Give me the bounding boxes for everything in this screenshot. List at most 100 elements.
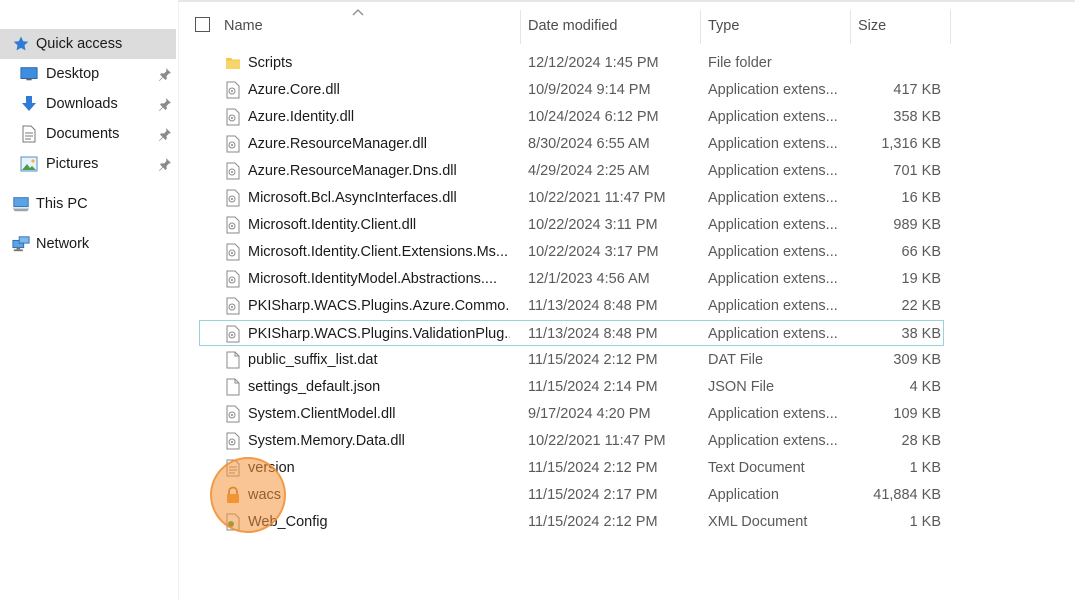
nav-item-desktop[interactable]: Desktop bbox=[0, 59, 176, 89]
file-name: Web_Config bbox=[248, 514, 328, 530]
column-divider[interactable] bbox=[850, 10, 851, 44]
file-type: Application extens... bbox=[708, 244, 838, 260]
file-date: 11/15/2024 2:12 PM bbox=[528, 352, 658, 368]
file-type: JSON File bbox=[708, 379, 775, 395]
file-size: 1 KB bbox=[909, 514, 941, 530]
nav-item-network[interactable]: Network bbox=[0, 229, 176, 259]
pin-icon[interactable] bbox=[158, 97, 172, 111]
file-size: 1 KB bbox=[909, 460, 941, 476]
column-header-size[interactable]: Size bbox=[858, 10, 886, 42]
file-name: settings_default.json bbox=[248, 379, 381, 395]
file-row[interactable]: version 11/15/2024 2:12 PM Text Document… bbox=[200, 455, 945, 481]
download-arrow-icon bbox=[20, 95, 38, 113]
column-header-type[interactable]: Type bbox=[708, 10, 739, 42]
file-type: Application extens... bbox=[708, 326, 838, 342]
file-date: 11/15/2024 2:17 PM bbox=[528, 487, 658, 503]
nav-item-pictures[interactable]: Pictures bbox=[0, 149, 176, 179]
column-divider[interactable] bbox=[700, 10, 701, 44]
column-header-name[interactable]: Name bbox=[224, 10, 263, 42]
column-divider[interactable] bbox=[520, 10, 521, 44]
file-row[interactable]: public_suffix_list.dat 11/15/2024 2:12 P… bbox=[200, 347, 945, 373]
file-date: 10/22/2021 11:47 PM bbox=[528, 433, 666, 449]
pin-icon[interactable] bbox=[158, 67, 172, 81]
file-name: Microsoft.Identity.Client.dll bbox=[248, 217, 417, 233]
file-name: Microsoft.IdentityModel.Abstractions.... bbox=[248, 271, 498, 287]
click-indicator bbox=[210, 457, 286, 533]
column-divider[interactable] bbox=[950, 10, 951, 44]
file-row[interactable]: Microsoft.IdentityModel.Abstractions....… bbox=[200, 266, 945, 292]
file-name: Azure.Core.dll bbox=[248, 82, 340, 98]
nav-item-downloads[interactable]: Downloads bbox=[0, 89, 176, 119]
file-date: 11/15/2024 2:14 PM bbox=[528, 379, 658, 395]
dll-file-icon bbox=[224, 131, 242, 157]
select-all-checkbox[interactable] bbox=[195, 17, 210, 32]
nav-item-label: Network bbox=[36, 236, 90, 252]
file-name: version bbox=[248, 455, 510, 481]
file-row[interactable]: Azure.Identity.dll 10/24/2024 6:12 PM Ap… bbox=[200, 104, 945, 130]
file-row[interactable]: Microsoft.Bcl.AsyncInterfaces.dll 10/22/… bbox=[200, 185, 945, 211]
file-type: DAT File bbox=[708, 352, 764, 368]
file-date: 11/15/2024 2:12 PM bbox=[528, 514, 658, 530]
file-row[interactable]: PKISharp.WACS.Plugins.Azure.Commo... 11/… bbox=[200, 293, 945, 319]
file-row[interactable]: Azure.ResourceManager.Dns.dll 4/29/2024 … bbox=[200, 158, 945, 184]
file-row[interactable]: Scripts 12/12/2024 1:45 PM File folder bbox=[200, 50, 945, 76]
column-header-date[interactable]: Date modified bbox=[528, 10, 617, 42]
pane-divider[interactable] bbox=[178, 0, 179, 601]
file-name: wacs bbox=[248, 482, 510, 508]
file-type: Application extens... bbox=[708, 136, 838, 152]
file-type: File folder bbox=[708, 55, 772, 71]
file-type: Application extens... bbox=[708, 163, 838, 179]
dll-file-icon bbox=[224, 266, 242, 292]
dll-file-icon bbox=[224, 401, 242, 427]
file-date: 10/22/2024 3:11 PM bbox=[528, 217, 658, 233]
file-date: 12/1/2023 4:56 AM bbox=[528, 271, 650, 287]
file-row-focused[interactable]: PKISharp.WACS.Plugins.ValidationPlug... … bbox=[199, 320, 944, 346]
file-row[interactable]: Microsoft.Identity.Client.Extensions.Ms.… bbox=[200, 239, 945, 265]
file-row[interactable]: Microsoft.Identity.Client.dll 10/22/2024… bbox=[200, 212, 945, 238]
file-date: 10/22/2024 3:17 PM bbox=[528, 244, 659, 260]
file-row[interactable]: System.Memory.Data.dll 10/22/2021 11:47 … bbox=[200, 428, 945, 454]
file-size: 4 KB bbox=[909, 379, 941, 395]
desktop-icon bbox=[20, 65, 38, 83]
file-name: Azure.ResourceManager.Dns.dll bbox=[248, 163, 457, 179]
file-name: System.ClientModel.dll bbox=[248, 406, 396, 422]
file-name: Azure.Identity.dll bbox=[248, 109, 355, 125]
file-name: PKISharp.WACS.Plugins.ValidationPlug... bbox=[248, 326, 510, 342]
network-icon bbox=[12, 235, 30, 253]
blank-file-icon bbox=[224, 374, 242, 400]
file-size: 701 KB bbox=[893, 163, 941, 179]
file-type: XML Document bbox=[708, 514, 808, 530]
file-date: 11/15/2024 2:12 PM bbox=[528, 460, 658, 476]
file-row[interactable]: wacs 11/15/2024 2:17 PM Application 41,8… bbox=[200, 482, 945, 508]
nav-item-documents[interactable]: Documents bbox=[0, 119, 176, 149]
file-name: Microsoft.Identity.Client.Extensions.Ms.… bbox=[248, 244, 509, 260]
star-icon bbox=[12, 35, 30, 53]
file-row[interactable]: System.ClientModel.dll 9/17/2024 4:20 PM… bbox=[200, 401, 945, 427]
document-icon bbox=[20, 125, 38, 143]
dll-file-icon bbox=[224, 428, 242, 454]
sort-ascending-icon bbox=[352, 4, 364, 20]
file-size: 989 KB bbox=[893, 217, 941, 233]
file-date: 11/13/2024 8:48 PM bbox=[528, 298, 658, 314]
pictures-icon bbox=[20, 155, 38, 173]
file-row[interactable]: settings_default.json 11/15/2024 2:14 PM… bbox=[200, 374, 945, 400]
file-name: Scripts bbox=[248, 55, 293, 71]
file-row[interactable]: Azure.ResourceManager.dll 8/30/2024 6:55… bbox=[200, 131, 945, 157]
nav-item-label: Desktop bbox=[46, 66, 100, 82]
nav-item-quick-access[interactable]: Quick access bbox=[0, 29, 176, 59]
file-row[interactable]: Azure.Core.dll 10/9/2024 9:14 PM Applica… bbox=[200, 77, 945, 103]
nav-item-label: This PC bbox=[36, 196, 88, 212]
nav-item-label: Documents bbox=[46, 126, 120, 142]
pin-icon[interactable] bbox=[158, 157, 172, 171]
file-date: 10/24/2024 6:12 PM bbox=[528, 109, 659, 125]
dll-file-icon bbox=[224, 185, 242, 211]
file-type: Application extens... bbox=[708, 190, 838, 206]
nav-item-this-pc[interactable]: This PC bbox=[0, 189, 176, 219]
file-date: 10/9/2024 9:14 PM bbox=[528, 82, 651, 98]
file-type: Application extens... bbox=[708, 298, 838, 314]
pin-icon[interactable] bbox=[158, 127, 172, 141]
file-date: 11/13/2024 8:48 PM bbox=[528, 326, 658, 342]
file-size: 19 KB bbox=[901, 271, 942, 287]
file-row[interactable]: Web_Config 11/15/2024 2:12 PM XML Docume… bbox=[200, 509, 945, 535]
dll-file-icon bbox=[224, 321, 242, 347]
